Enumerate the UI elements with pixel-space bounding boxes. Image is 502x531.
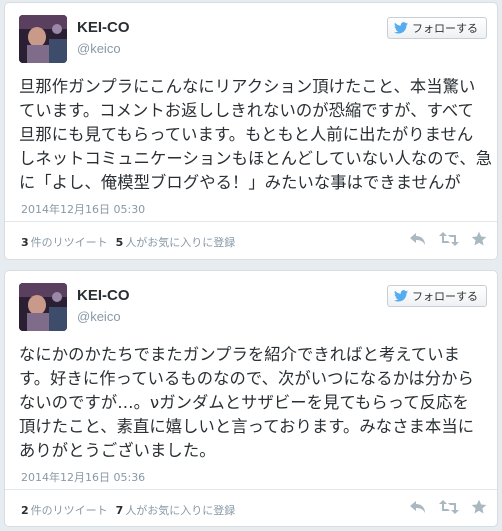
retweet-count-label: 件のリツイート (30, 504, 108, 517)
retweet-count-value: 3 (21, 236, 29, 249)
twitter-bird-icon (394, 22, 408, 34)
divider (5, 489, 497, 490)
star-icon[interactable] (471, 499, 487, 515)
tweet-text-line: しネットコミュニケーションもほとんどしていない人なので、急 (19, 149, 493, 168)
display-name[interactable]: KEI-CO (77, 19, 130, 36)
tweet-text-line: 頂けたこと、素直に嬉しいと言っております。みなさま本当に (19, 417, 475, 436)
avatar[interactable] (19, 15, 67, 63)
twitter-bird-icon (394, 290, 408, 302)
tweet-card: KEI-CO @keico フォローする なにかのかたちでまたガンプラを紹介でき… (4, 270, 498, 527)
retweet-count[interactable]: 3 件のリツイート (21, 234, 108, 250)
retweet-count-value: 2 (21, 504, 29, 517)
retweet-count-label: 件のリツイート (30, 236, 108, 249)
tweet-text: 旦那作ガンプラにこんなにリアクション頂けたこと、本当驚い ています。コメントお返… (19, 75, 493, 195)
tweet-stats: 3 件のリツイート 5 人がお気に入りに登録 (21, 234, 235, 250)
retweet-count[interactable]: 2 件のリツイート (21, 502, 108, 518)
follow-label: フォローする (412, 22, 478, 35)
tweet-feed: KEI-CO @keico フォローする 旦那作ガンプラにこんなにリアクション頂… (0, 0, 502, 531)
favorite-count-value: 5 (115, 236, 124, 249)
username[interactable]: @keico (77, 41, 121, 56)
follow-button[interactable]: フォローする (387, 285, 487, 307)
divider (5, 221, 497, 222)
tweet-text-line: ないのですが…。νガンダムとサザビーを見てもらって反応を (19, 393, 469, 412)
favorite-count[interactable]: 7 人がお気に入りに登録 (116, 502, 236, 518)
retweet-icon[interactable] (439, 499, 459, 515)
star-icon[interactable] (471, 231, 487, 247)
tweet-actions (409, 499, 487, 515)
follow-button[interactable]: フォローする (387, 17, 487, 39)
tweet-text-line: す。好きに作っているものなので、次がいつになるかは分から (19, 369, 474, 388)
favorite-count-value: 7 (115, 504, 124, 517)
username[interactable]: @keico (77, 309, 121, 324)
tweet-text-line: 旦那にも見てもらっています。もともと人前に出たがりません (19, 125, 474, 144)
favorite-count-label: 人がお気に入りに登録 (125, 504, 236, 517)
tweet-stats: 2 件のリツイート 7 人がお気に入りに登録 (21, 502, 235, 518)
reply-icon[interactable] (409, 231, 427, 247)
retweet-icon[interactable] (439, 231, 459, 247)
tweet-text-line: ています。コメントお返ししきれないのが恐縮ですが、すべて (19, 101, 474, 120)
tweet-timestamp[interactable]: 2014年12月16日 05:30 (21, 201, 145, 217)
reply-icon[interactable] (409, 499, 427, 515)
tweet-text-line: 旦那作ガンプラにこんなにリアクション頂けたこと、本当驚い (19, 77, 476, 96)
avatar[interactable] (19, 283, 67, 331)
follow-label: フォローする (412, 290, 478, 303)
tweet-text: なにかのかたちでまたガンプラを紹介できればと考えていま す。好きに作っているもの… (19, 343, 489, 463)
tweet-timestamp[interactable]: 2014年12月16日 05:36 (21, 469, 145, 485)
tweet-text-line: ありがとうございました。 (19, 441, 216, 460)
tweet-card: KEI-CO @keico フォローする 旦那作ガンプラにこんなにリアクション頂… (4, 2, 498, 260)
tweet-text-line: なにかのかたちでまたガンプラを紹介できればと考えていま (19, 345, 460, 364)
display-name[interactable]: KEI-CO (77, 287, 130, 304)
tweet-actions (409, 231, 487, 247)
favorite-count-label: 人がお気に入りに登録 (125, 236, 236, 249)
tweet-text-line: に「よし、俺模型ブログやる！」みたいな事はできませんが (19, 173, 461, 192)
favorite-count[interactable]: 5 人がお気に入りに登録 (116, 234, 236, 250)
